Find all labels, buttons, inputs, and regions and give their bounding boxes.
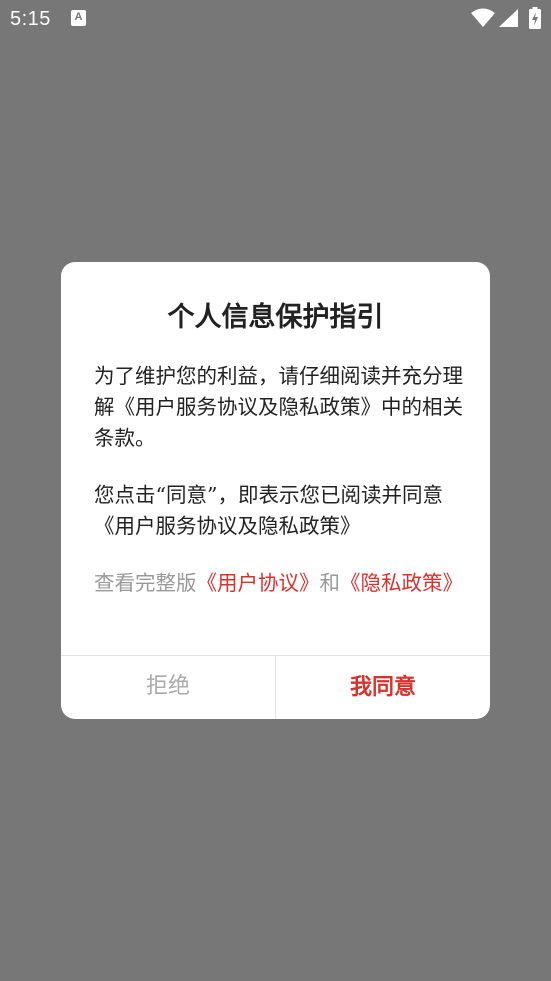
battery-charging-icon [529, 7, 541, 29]
notification-app-icon: A [71, 10, 86, 26]
dialog-paragraph-intro: 为了维护您的利益，请仔细阅读并充分理解《用户服务协议及隐私政策》中的相关条款。 [94, 364, 463, 450]
wifi-icon [471, 8, 495, 27]
notification-icon-letter: A [74, 11, 83, 23]
privacy-policy-link[interactable]: 《隐私政策》 [340, 571, 463, 595]
dialog-view-agreements: 查看完整版《用户协议》和《隐私政策》 [94, 568, 464, 599]
dialog-title: 个人信息保护指引 [167, 302, 384, 333]
refuse-button[interactable]: 拒绝 [61, 656, 275, 719]
status-bar: 5:15 A [0, 0, 551, 38]
signal-icon [499, 9, 518, 27]
status-time: 5:15 [10, 8, 51, 30]
dialog-paragraph-consent: 您点击“同意”，即表示您已阅读并同意 《用户服务协议及隐私政策》 [94, 483, 443, 538]
user-agreement-link[interactable]: 《用户协议》 [197, 571, 320, 595]
agree-button[interactable]: 我同意 [276, 656, 490, 719]
and-text: 和 [319, 571, 341, 595]
view-full-text: 查看完整版 [94, 571, 197, 595]
